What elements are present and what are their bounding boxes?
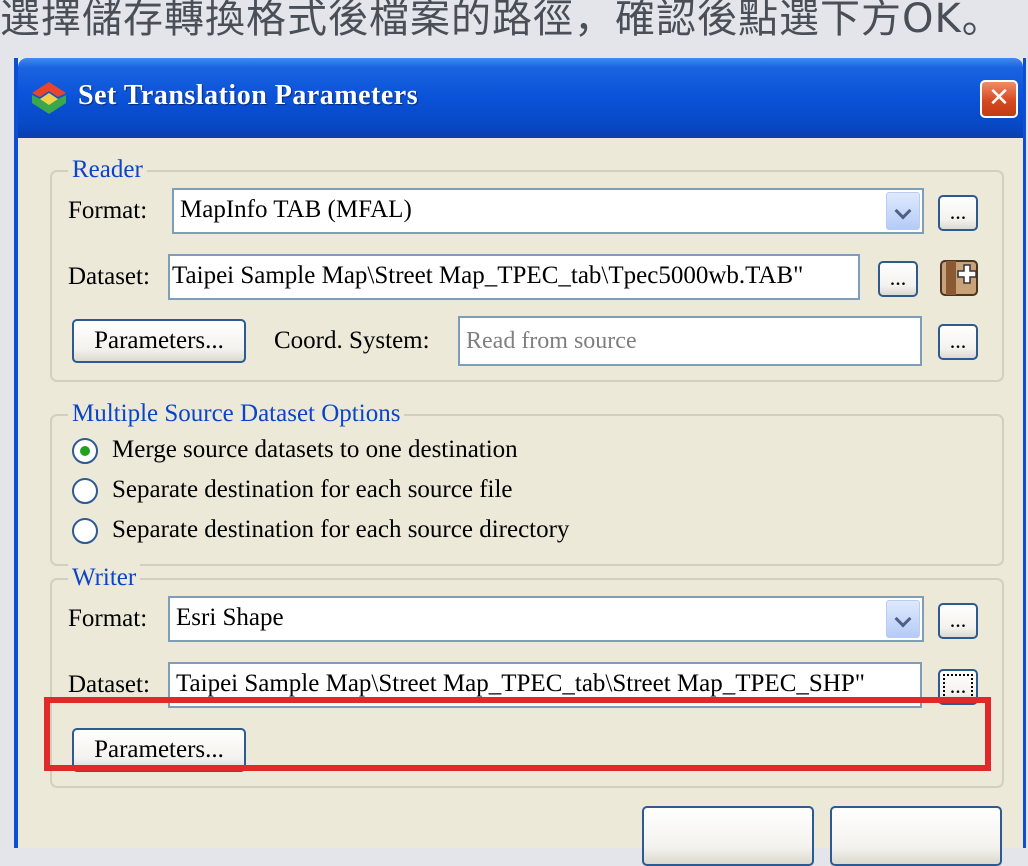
writer-dataset-label: Dataset: — [68, 671, 150, 698]
title-bar[interactable]: Set Translation Parameters ✕ — [18, 58, 1023, 138]
reader-dataset-label: Dataset: — [68, 263, 150, 290]
cancel-button[interactable] — [830, 806, 1002, 866]
reader-format-value: MapInfo TAB (MFAL) — [180, 196, 412, 223]
writer-format-browse-button[interactable]: ... — [938, 603, 978, 639]
ok-button[interactable] — [642, 806, 814, 866]
add-dataset-icon[interactable] — [938, 257, 982, 299]
writer-format-select[interactable]: Esri Shape — [168, 596, 924, 642]
multiple-source-group-label: Multiple Source Dataset Options — [68, 400, 405, 428]
radio-separate-per-directory[interactable] — [72, 518, 98, 544]
chevron-down-icon[interactable] — [886, 600, 920, 638]
writer-format-value: Esri Shape — [176, 604, 284, 631]
reader-format-select[interactable]: MapInfo TAB (MFAL) — [172, 188, 924, 234]
writer-dataset-highlight-box — [44, 697, 991, 771]
reader-parameters-button[interactable]: Parameters... — [72, 319, 246, 363]
dialog-title: Set Translation Parameters — [78, 80, 419, 111]
radio-separate-per-file[interactable] — [72, 478, 98, 504]
close-button[interactable]: ✕ — [980, 80, 1018, 118]
chevron-down-icon[interactable] — [886, 192, 920, 230]
radio-merge-datasets-label[interactable]: Merge source datasets to one destination — [112, 435, 518, 465]
reader-dataset-value: Taipei Sample Map\Street Map_TPEC_tab\Tp… — [172, 262, 804, 289]
reader-dataset-browse-button[interactable]: ... — [878, 261, 918, 297]
coord-system-value: Read from source — [466, 328, 637, 354]
reader-format-browse-button[interactable]: ... — [938, 195, 978, 231]
writer-format-label: Format: — [68, 605, 148, 632]
radio-separate-per-directory-label[interactable]: Separate destination for each source dir… — [112, 515, 569, 545]
writer-group-label: Writer — [68, 564, 141, 592]
reader-dataset-input[interactable]: Taipei Sample Map\Street Map_TPEC_tab\Tp… — [168, 254, 860, 300]
app-icon — [32, 82, 66, 114]
reader-format-label: Format: — [68, 197, 148, 224]
reader-group-label: Reader — [68, 156, 147, 184]
writer-dataset-value: Taipei Sample Map\Street Map_TPEC_tab\St… — [176, 670, 865, 697]
coord-system-browse-button[interactable]: ... — [938, 324, 978, 360]
coord-system-input[interactable]: Read from source — [458, 316, 922, 366]
coord-system-label: Coord. System: — [274, 327, 430, 354]
radio-merge-datasets[interactable] — [72, 438, 98, 464]
radio-separate-per-file-label[interactable]: Separate destination for each source fil… — [112, 475, 513, 505]
instruction-caption: 選擇儲存轉換格式後檔案的路徑，確認後點選下方OK。 — [0, 0, 1003, 42]
